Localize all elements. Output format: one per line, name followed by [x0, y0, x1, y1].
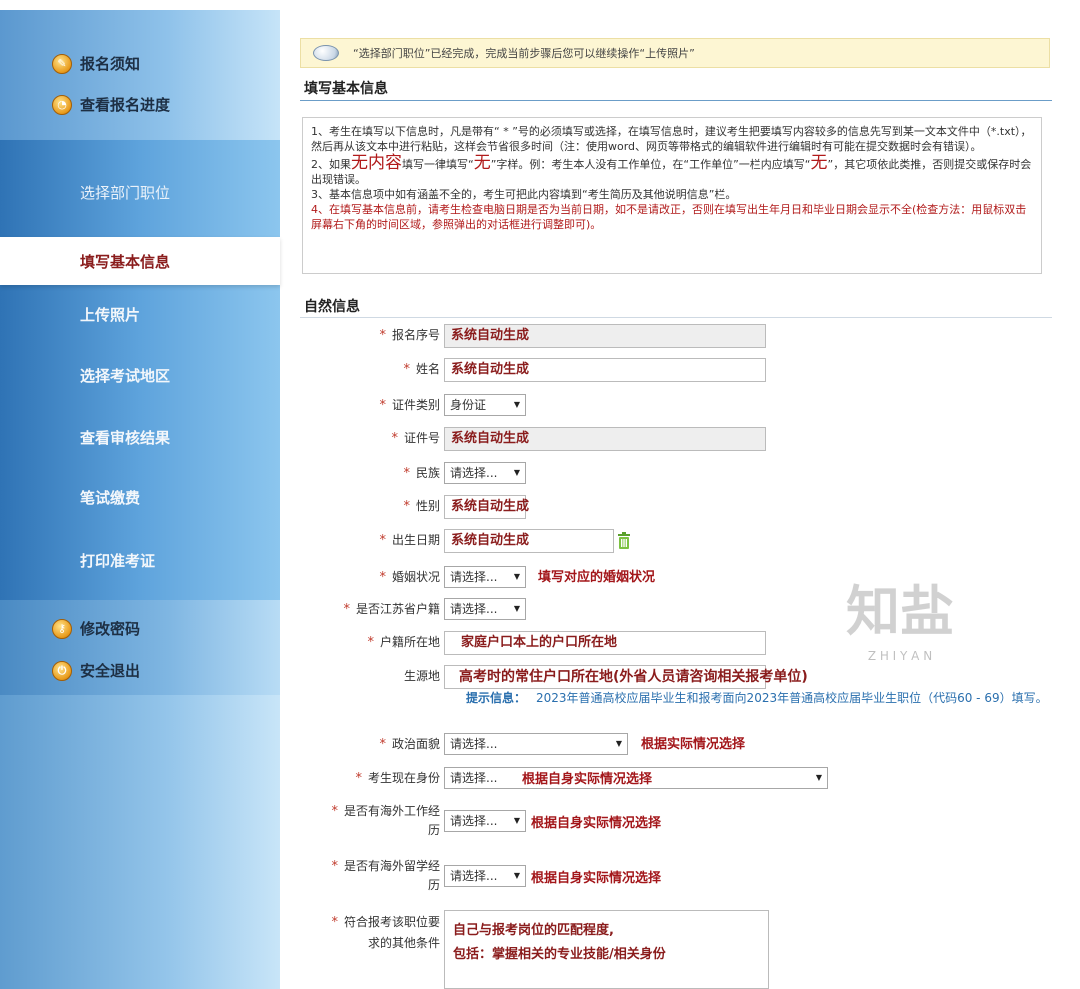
overseas-study-hint: 根据自身实际情况选择 [531, 871, 662, 886]
trash-icon[interactable] [617, 532, 631, 550]
sidebar-step-label: 填写基本信息 [80, 253, 171, 271]
field-label: * 婚姻状况 [379, 570, 440, 585]
watermark-logo: 知盐 Z H I Y A N [846, 580, 954, 663]
section-divider [300, 100, 1052, 101]
info-icon: ✎ [52, 53, 72, 74]
textarea-line-1: 自己与报考岗位的匹配程度, [453, 923, 614, 938]
key-icon: ⚷ [52, 618, 72, 639]
instruction-4: 4、在填写基本信息前，请考生检查电脑日期是否为当前日期，如不是请改正，否则在填写… [311, 203, 1027, 231]
field-label: * 证件类别 [379, 398, 440, 413]
political-select[interactable]: 请选择... ▼ [444, 733, 628, 755]
field-label: * 民族 [403, 466, 440, 481]
sidebar: ✎ 报名须知 ◔ 查看报名进度 选择部门职位 填写基本信息 上传照片 选择考试地… [0, 10, 280, 989]
chevron-down-icon: ▼ [513, 604, 520, 613]
id-no-field: 系统自动生成 [444, 427, 766, 451]
sidebar-step-review-result[interactable]: 查看审核结果 [80, 427, 170, 448]
section-title-basic: 填写基本信息 [304, 81, 388, 97]
sidebar-link-label: 查看报名进度 [80, 96, 171, 114]
notice-text: “选择部门职位”已经完成，完成当前步骤后您可以继续操作“上传照片” [353, 47, 695, 60]
textarea-line-2: 包括：掌握相关的专业技能/相关身份 [453, 947, 666, 962]
field-label: * 政治面貌 [379, 737, 440, 752]
political-hint: 根据实际情况选择 [641, 737, 746, 752]
other-conditions-textarea[interactable]: 自己与报考岗位的匹配程度, 包括：掌握相关的专业技能/相关身份 [444, 910, 769, 989]
field-label: * 符合报考该职位要求的其他条件 [331, 915, 440, 950]
status-notice: “选择部门职位”已经完成，完成当前步骤后您可以继续操作“上传照片” [300, 38, 1050, 68]
tip-label: 提示信息： [466, 691, 527, 705]
field-label: * 考生现在身份 [355, 771, 440, 786]
sidebar-link-label: 修改密码 [80, 620, 141, 638]
instruction-3: 3、基本信息项中如有涵盖不全的，考生可把此内容填到“考生简历及其他说明信息”栏。 [311, 188, 737, 201]
overseas-study-select[interactable]: 请选择... ▼ [444, 865, 526, 887]
ethnicity-select[interactable]: 请选择... ▼ [444, 462, 526, 484]
field-label: * 户籍所在地 [367, 635, 440, 650]
sidebar-step-print-ticket[interactable]: 打印准考证 [80, 550, 155, 571]
sidebar-top-panel [0, 10, 280, 140]
main-content: “选择部门职位”已经完成，完成当前步骤后您可以继续操作“上传照片” 填写基本信息… [280, 0, 1080, 989]
name-field[interactable]: 系统自动生成 [444, 358, 766, 382]
overseas-work-select[interactable]: 请选择... ▼ [444, 810, 526, 832]
exit-icon: ⏻ [52, 660, 72, 681]
tip-info: 提示信息： 2023年普通高校应届毕业生和报考面向2023年普通高校应届毕业生职位… [466, 690, 1066, 706]
sidebar-step-select-position[interactable]: 选择部门职位 [80, 182, 170, 203]
clock-icon: ◔ [52, 94, 72, 115]
chevron-down-icon: ▼ [513, 400, 520, 409]
origin-field[interactable]: 高考时的常住户口所在地(外省人员请咨询相关报考单位) [444, 665, 808, 689]
sidebar-step-upload-photo[interactable]: 上传照片 [80, 304, 140, 325]
instructions-box: 1、考生在填写以下信息时，凡是带有“ * ”号的必须填写或选择，在填写信息时，建… [302, 117, 1042, 274]
field-label: * 证件号 [391, 431, 440, 446]
id-type-select[interactable]: 身份证 ▼ [444, 394, 526, 416]
sidebar-link-change-password[interactable]: ⚷ 修改密码 [52, 618, 140, 639]
chevron-down-icon: ▼ [513, 572, 520, 581]
chevron-down-icon: ▼ [513, 468, 520, 477]
jiangsu-hukou-select[interactable]: 请选择... ▼ [444, 598, 526, 620]
instruction-2: 2、如果无内容填写一律填写“无”字样。例：考生本人没有工作单位，在“工作单位”一… [311, 153, 1032, 187]
gender-field: 系统自动生成 [444, 495, 529, 519]
section-divider [300, 317, 1052, 318]
watermark-text: 知盐 [846, 580, 954, 643]
field-label: * 是否有海外工作经历 [331, 804, 440, 837]
field-label: * 出生日期 [379, 533, 440, 548]
chevron-down-icon: ▼ [513, 871, 520, 880]
hukou-field[interactable]: 家庭户口本上的户口所在地 [444, 631, 766, 655]
sidebar-link-label: 安全退出 [80, 662, 141, 680]
reg-no-field: 系统自动生成 [444, 324, 766, 348]
sidebar-filler [0, 695, 280, 989]
field-label: * 是否有海外留学经历 [331, 859, 440, 892]
identity-hint: 根据自身实际情况选择 [522, 772, 653, 787]
instruction-1: 1、考生在填写以下信息时，凡是带有“ * ”号的必须填写或选择，在填写信息时，建… [311, 125, 1032, 153]
sidebar-link-label: 报名须知 [80, 55, 141, 73]
chevron-down-icon: ▼ [815, 773, 822, 782]
watermark-sub: Z H I Y A N [868, 649, 932, 663]
field-label: * 是否江苏省户籍 [343, 602, 440, 617]
sidebar-step-exam-region[interactable]: 选择考试地区 [80, 365, 170, 386]
chevron-down-icon: ▼ [615, 739, 622, 748]
sidebar-link-notice[interactable]: ✎ 报名须知 [52, 53, 140, 74]
field-label: * 报名序号 [379, 328, 440, 343]
sidebar-step-payment[interactable]: 笔试缴费 [80, 487, 140, 508]
marital-hint: 填写对应的婚姻状况 [538, 570, 656, 585]
chevron-down-icon: ▼ [513, 816, 520, 825]
speech-bubble-icon [313, 45, 339, 61]
tip-text: 2023年普通高校应届毕业生和报考面向2023年普通高校应届毕业生职位（代码60… [536, 691, 1048, 705]
field-label: * 性别 [403, 499, 440, 514]
field-label: 生源地 [403, 669, 440, 683]
overseas-work-hint: 根据自身实际情况选择 [531, 816, 662, 831]
field-label: * 姓名 [403, 362, 440, 377]
sidebar-link-progress[interactable]: ◔ 查看报名进度 [52, 94, 170, 115]
section-title-natural: 自然信息 [304, 299, 360, 315]
sidebar-step-basic-info[interactable]: 填写基本信息 [0, 237, 280, 285]
marital-select[interactable]: 请选择... ▼ [444, 566, 526, 588]
birth-date-field[interactable]: 系统自动生成 [444, 529, 614, 553]
sidebar-link-logout[interactable]: ⏻ 安全退出 [52, 660, 140, 681]
